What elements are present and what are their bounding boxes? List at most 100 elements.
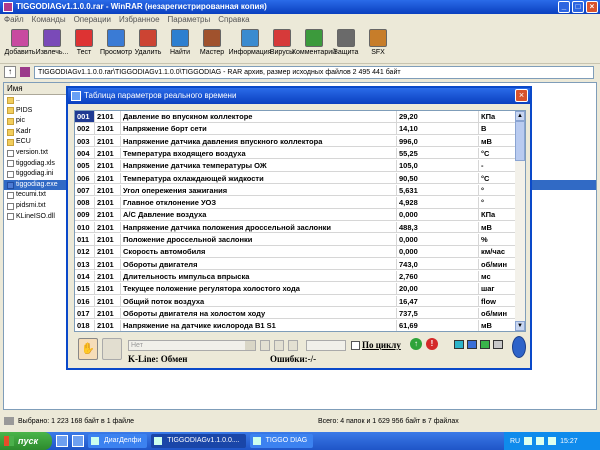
status-selected: Выбрано: 1 223 168 байт в 1 файле: [18, 417, 135, 425]
dialog-app-icon: [71, 91, 81, 101]
table-row[interactable]: 005 2101 Напряжение датчика температуры ОЖ…: [75, 160, 517, 172]
chart-icon[interactable]: [467, 340, 477, 349]
menu-item[interactable]: Справка: [218, 14, 249, 26]
hand-stop-icon[interactable]: ✋: [78, 338, 98, 360]
maximize-icon[interactable]: □: [572, 1, 584, 13]
menu-item[interactable]: Параметры: [168, 14, 211, 26]
row-code: 2101: [95, 209, 121, 220]
menu-item[interactable]: Команды: [32, 14, 66, 26]
file-icon: [7, 170, 14, 178]
save-icon[interactable]: [454, 340, 464, 349]
param-unit: мВ: [479, 135, 517, 147]
table-row[interactable]: 007 2101 Угол опережения зажигания 5,631 °: [75, 184, 517, 197]
quicklaunch-icon-2[interactable]: [72, 435, 84, 447]
scroll-up-icon[interactable]: ▲: [515, 111, 525, 121]
name-column-header[interactable]: Имя: [4, 83, 70, 95]
scroll-thumb[interactable]: [515, 121, 525, 161]
toolbar-button[interactable]: Тест: [68, 26, 100, 64]
table-row[interactable]: 003 2101 Напряжение датчика давления впуск…: [75, 135, 517, 148]
table-row[interactable]: 010 2101 Напряжение датчика положения дрос…: [75, 221, 517, 234]
table-row[interactable]: 011 2101 Положение дроссельной заслонки 0,0…: [75, 234, 517, 246]
taskbar-button[interactable]: ДиагДелфи: [88, 434, 148, 448]
table-row[interactable]: 004 2101 Температура входящего воздуха 55,2…: [75, 147, 517, 160]
check-icon[interactable]: [480, 340, 490, 349]
param-name: Напряжение на датчике кислорода B1 S1: [121, 320, 397, 331]
record-stop-icon[interactable]: !: [426, 338, 438, 350]
toolbar-button[interactable]: Информация: [229, 26, 271, 64]
protect-icon: [337, 29, 355, 47]
chevron-down-icon[interactable]: [245, 341, 255, 350]
toolbar-button[interactable]: Мастер: [196, 26, 228, 64]
row-number: 009: [75, 209, 95, 220]
table-row[interactable]: 018 2101 Напряжение на датчике кислорода B…: [75, 320, 517, 331]
dialog-close-icon[interactable]: ×: [515, 89, 528, 102]
disabled-hand-button[interactable]: [102, 338, 122, 360]
toolbar-button[interactable]: Удалить: [132, 26, 164, 64]
table-row[interactable]: 006 2101 Температура охлаждающей жидкости 9…: [75, 172, 517, 184]
row-code: 2101: [95, 234, 121, 245]
table-row[interactable]: 016 2101 Общий поток воздуха 16,47 flow: [75, 295, 517, 307]
param-select-value: Нет: [131, 342, 143, 349]
toolbar-button-label: Удалить: [134, 49, 162, 56]
table-row[interactable]: 012 2101 Скорость автомобиля 0,000 км/час: [75, 246, 517, 258]
file-name: ECU: [16, 138, 31, 146]
up-folder-button[interactable]: ↑: [4, 66, 16, 78]
minimize-icon[interactable]: _: [558, 1, 570, 13]
param-value: 0,000: [397, 234, 479, 245]
taskbar: пуск ДиагДелфи TIGGODIAGv1.1.0.0.... TIGGO…: [0, 432, 600, 450]
file-name: Kadr: [16, 127, 31, 135]
table-row[interactable]: 017 2101 Обороты двигателя на холостом ход…: [75, 307, 517, 320]
table-row[interactable]: 014 2101 Длительность импульса впрыска 2,76…: [75, 270, 517, 283]
start-button[interactable]: пуск: [0, 432, 52, 450]
language-indicator[interactable]: RU: [510, 438, 520, 445]
toolbar-button[interactable]: Защита: [330, 26, 362, 64]
table-row[interactable]: 013 2101 Обороты двигателя 743,0 об/мин: [75, 258, 517, 271]
table-row[interactable]: 002 2101 Напряжение борт сети 14,10 В: [75, 123, 517, 135]
table-row[interactable]: 001 2101 Давление во впускном коллекторе 29…: [75, 111, 517, 123]
record-start-icon[interactable]: ↑: [410, 338, 422, 350]
param-name: Обороты двигателя: [121, 258, 397, 270]
close-icon[interactable]: ×: [586, 1, 598, 13]
menu-item[interactable]: Операции: [74, 14, 111, 26]
taskbar-button[interactable]: TIGGODIAGv1.1.0.0....: [151, 434, 246, 448]
menu-item[interactable]: Файл: [4, 14, 24, 26]
cycle-value-input[interactable]: [306, 340, 346, 351]
cycle-checkbox[interactable]: По циклу: [351, 340, 401, 350]
step-button-3[interactable]: [288, 340, 298, 351]
menu-item[interactable]: Избранное: [119, 14, 160, 26]
toolbar-button[interactable]: Найти: [164, 26, 196, 64]
table-row[interactable]: 009 2101 А/С Давление воздуха 0,000 КПа: [75, 209, 517, 221]
table-row[interactable]: 015 2101 Текущее положение регулятора холо…: [75, 283, 517, 295]
param-name: Скорость автомобиля: [121, 246, 397, 257]
row-number: 014: [75, 270, 95, 282]
tray-icon-3[interactable]: [548, 437, 557, 445]
toolbar-button[interactable]: SFX: [362, 26, 394, 64]
table-scrollbar[interactable]: ▲ ▼: [515, 111, 525, 331]
step-button-2[interactable]: [274, 340, 284, 351]
exit-icon[interactable]: [512, 336, 526, 358]
file-name: PIDS: [16, 106, 33, 114]
param-select[interactable]: Нет: [128, 340, 256, 351]
add-icon: [11, 29, 29, 47]
settings-icon[interactable]: [493, 340, 503, 349]
row-number: 001: [75, 111, 95, 122]
taskbar-button[interactable]: TIGGO DIAG: [249, 434, 314, 448]
toolbar-button[interactable]: Добавить: [4, 26, 36, 64]
toolbar-button[interactable]: Комментарий: [292, 26, 336, 64]
table-row[interactable]: 008 2101 Главное отклонение УОЗ 4,928 °: [75, 197, 517, 209]
quicklaunch-icon-1[interactable]: [56, 435, 68, 447]
scroll-down-icon[interactable]: ▼: [515, 321, 525, 331]
address-path[interactable]: TIGGODIAGv1.1.0.0.rar\TIGGODIAGv1.1.0.0\…: [34, 65, 594, 79]
tray-icon-1[interactable]: [524, 437, 533, 445]
param-unit: КПа: [479, 111, 517, 122]
status-bar: Выбрано: 1 223 168 байт в 1 файле Всего:…: [0, 414, 600, 428]
toolbar-button[interactable]: Просмотр: [100, 26, 132, 64]
toolbar-button[interactable]: Извлечь...: [36, 26, 68, 64]
checkbox-box[interactable]: [351, 340, 360, 350]
window-icon: [252, 437, 261, 445]
step-button-1[interactable]: [260, 340, 270, 351]
row-code: 2101: [95, 221, 121, 233]
toolbar-button[interactable]: Вирусы: [266, 26, 298, 64]
row-code: 2101: [95, 320, 121, 331]
tray-icon-2[interactable]: [536, 437, 545, 445]
